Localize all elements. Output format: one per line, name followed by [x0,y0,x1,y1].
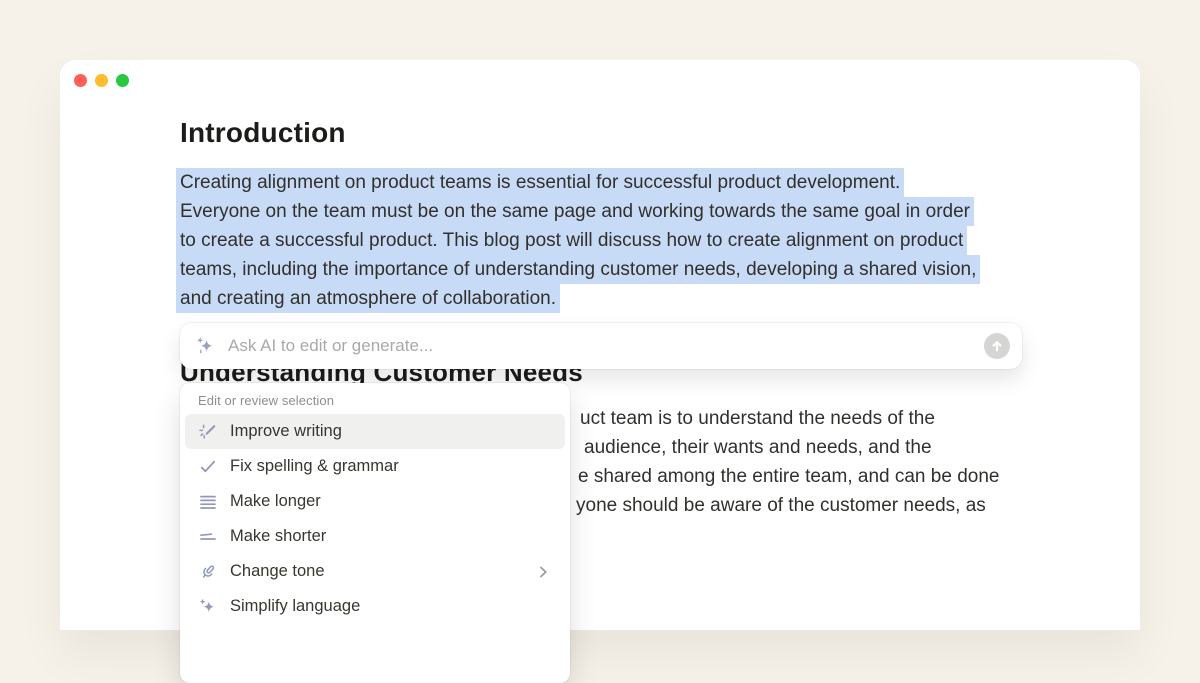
page-title[interactable]: Introduction [180,116,346,150]
selected-text-line[interactable]: teams, including the importance of under… [176,255,980,284]
app-window: Introduction Creating alignment on produ… [60,60,1140,630]
sparkle-icon [198,597,218,617]
paragraph-fragment[interactable]: audience, their wants and needs, and the [584,433,932,462]
close-window-button[interactable] [74,74,87,87]
menu-item-label: Make longer [230,492,321,511]
send-button[interactable] [984,333,1010,359]
zoom-window-button[interactable] [116,74,129,87]
selected-text-line[interactable]: Creating alignment on product teams is e… [176,168,904,197]
menu-item-label: Make shorter [230,527,326,546]
menu-item-label: Change tone [230,562,325,581]
microphone-icon [198,562,218,582]
arrow-up-icon [989,338,1005,354]
menu-item-label: Improve writing [230,422,342,441]
menu-item-label: Simplify language [230,597,360,616]
lines-short-icon [198,527,218,547]
paragraph-fragment[interactable]: uct team is to understand the needs of t… [580,404,935,433]
wand-sparks-icon [198,422,218,442]
menu-item-fix-spelling[interactable]: Fix spelling & grammar [185,449,565,484]
checkmark-icon [198,457,218,477]
page: { "window": { "controls": ["close", "min… [0,0,1200,630]
selected-paragraph[interactable]: Creating alignment on product teams is e… [176,168,980,313]
menu-item-improve-writing[interactable]: Improve writing [185,414,565,449]
chevron-right-icon [534,563,552,581]
ai-prompt-bar [180,323,1022,369]
paragraph-fragment[interactable]: e shared among the entire team, and can … [578,462,999,491]
ai-actions-menu: Edit or review selection Improve wr [180,383,570,683]
menu-item-label: Fix spelling & grammar [230,457,399,476]
menu-section-label: Edit or review selection [180,391,570,414]
ai-sparkle-icon [196,336,216,356]
menu-item-make-longer[interactable]: Make longer [185,484,565,519]
menu-item-change-tone[interactable]: Change tone [185,554,565,589]
menu-item-make-shorter[interactable]: Make shorter [185,519,565,554]
ai-prompt-input[interactable] [226,335,984,357]
selected-text-line[interactable]: and creating an atmosphere of collaborat… [176,284,560,313]
selected-text-line[interactable]: to create a successful product. This blo… [176,226,967,255]
menu-item-simplify-language[interactable]: Simplify language [185,589,565,624]
lines-long-icon [198,492,218,512]
window-controls [74,74,129,87]
minimize-window-button[interactable] [95,74,108,87]
paragraph-fragment[interactable]: yone should be aware of the customer nee… [576,491,986,520]
selected-text-line[interactable]: Everyone on the team must be on the same… [176,197,974,226]
